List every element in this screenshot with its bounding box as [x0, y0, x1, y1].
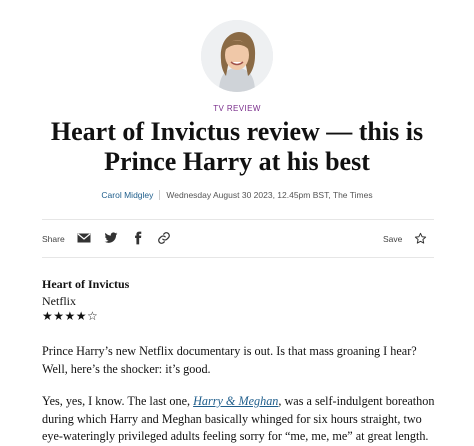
- byline-divider: [159, 190, 161, 200]
- share-label: Share: [42, 234, 65, 244]
- mail-icon[interactable]: [77, 231, 91, 245]
- harry-meghan-link[interactable]: Harry & Meghan: [193, 394, 278, 408]
- star-rating: ★★★★☆: [42, 309, 99, 323]
- article-page: TV REVIEW Heart of Invictus review — thi…: [0, 0, 474, 446]
- paragraph-text: Yes, yes, I know. The last one,: [42, 394, 194, 408]
- twitter-icon[interactable]: [104, 231, 118, 245]
- star-outline-icon[interactable]: [414, 232, 428, 246]
- author-photo: [201, 20, 273, 92]
- article-paragraph: Yes, yes, I know. The last one, Harry & …: [42, 393, 442, 446]
- facebook-icon[interactable]: [131, 231, 145, 245]
- author-link[interactable]: Carol Midgley: [101, 190, 153, 200]
- review-network: Netflix: [42, 294, 76, 308]
- avatar: [201, 20, 273, 92]
- save-button[interactable]: Save: [383, 234, 402, 244]
- link-icon[interactable]: [157, 231, 171, 245]
- toolbar-divider-top: [42, 219, 434, 220]
- review-show-title: Heart of Invictus: [42, 277, 130, 291]
- byline: Carol Midgley Wednesday August 30 2023, 1…: [0, 190, 474, 200]
- article-paragraph: Prince Harry’s new Netflix documentary i…: [42, 344, 417, 376]
- page-title: Heart of Invictus review — this is Princ…: [50, 117, 424, 176]
- toolbar-divider-bottom: [42, 257, 434, 258]
- section-tag[interactable]: TV REVIEW: [0, 104, 474, 113]
- dateline: Wednesday August 30 2023, 12.45pm BST, T…: [166, 190, 373, 200]
